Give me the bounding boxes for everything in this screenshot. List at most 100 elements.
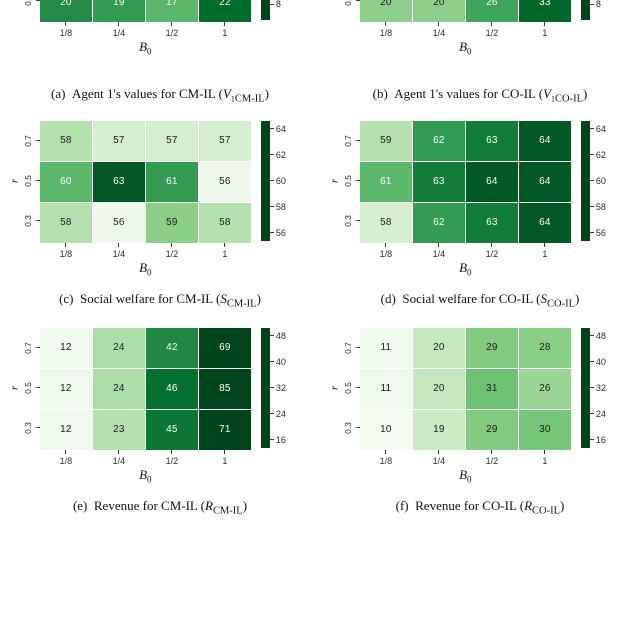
caption-b-prefix: (b) [372, 86, 388, 101]
y-tick-0: 0.7 [342, 328, 360, 368]
x-tick-mark [171, 242, 173, 247]
heatmap-cell: 29 [465, 409, 518, 450]
colorbar-ticks: 8 [269, 0, 296, 20]
y-tick-label: 0.7 [22, 341, 33, 354]
caption-a-prefix: (a) [51, 86, 66, 101]
caption-e-text: Revenue for CM-IL [93, 498, 198, 514]
colorbar-tick-mark [269, 387, 274, 389]
heatmap-cell: 63 [465, 202, 518, 243]
caption-a: (a) Agent 1's values for CM-IL (V1CM-IL) [51, 86, 269, 105]
colorbar-tick-0: 8 [589, 0, 601, 9]
heatmap-grid: 12 24 42 69 12 24 46 85 12 23 45 71 [39, 327, 251, 450]
colorbar-tick-mark [269, 180, 274, 182]
colorbar-tick-2: 60 [269, 176, 286, 186]
x-tick-1: 1/4 [93, 449, 145, 466]
x-tick-1: 1/4 [413, 449, 465, 466]
heatmap-cell: 42 [145, 327, 198, 368]
colorbar: 48 40 32 24 16 [260, 327, 296, 448]
x-axis-label-sub: 0 [147, 474, 152, 485]
panel-b: r0.70.50.32020263320202633202026331/81/4… [320, 0, 640, 57]
x-tick-label: 1/2 [165, 455, 179, 466]
x-tick-0: 1/8 [360, 22, 412, 38]
heatmap-cell: 57 [92, 120, 145, 161]
caption-c: (c) Social welfare for CM-IL (SCM-IL) [59, 291, 261, 310]
colorbar-tick-mark [589, 180, 594, 182]
x-tick-label: 1/4 [432, 455, 446, 466]
y-axis-label-wrap: r [8, 0, 21, 20]
x-tick-0: 1/8 [40, 242, 92, 259]
heatmap-cell: 19 [412, 409, 465, 450]
x-axis-ticks: 1/8 1/4 1/2 1 [40, 242, 251, 259]
x-axis-label: B0 [360, 467, 571, 485]
caption-b: (b) Agent 1's values for CO-IL (V1CO-IL) [372, 86, 588, 105]
y-axis-ticks: 0.70.50.3 [342, 0, 360, 20]
colorbar-tick-2: 32 [589, 383, 606, 393]
heatmap-cell: 71 [198, 409, 251, 450]
caption-c-text: Social welfare for CM-IL [80, 291, 213, 307]
heatmap-cell: 57 [198, 120, 251, 161]
heatmap-cell: 29 [465, 327, 518, 368]
y-axis-label-wrap: r [328, 0, 341, 20]
y-axis-label-wrap: r [8, 328, 21, 448]
heatmap-cell: 56 [92, 202, 145, 243]
x-tick-mark [491, 242, 493, 247]
heatmap-cell: 64 [465, 161, 518, 202]
caption-e-sub2: CM-IL [212, 505, 243, 517]
heatmap-cell: 58 [39, 120, 92, 161]
y-axis-ticks: 0.70.50.3 [22, 328, 40, 448]
x-tick-mark [65, 449, 67, 454]
panel-e: r 0.7 0.5 0.3 12 24 42 69 12 24 46 85 12 23 45 71 1/8 1/4… [0, 327, 320, 485]
y-axis-label-wrap: r [8, 121, 21, 241]
x-tick-2: 1/2 [466, 449, 518, 466]
x-axis-ticks: 1/8 1/4 1/2 1 [360, 242, 571, 259]
panel-d: r 0.7 0.5 0.3 59 62 63 64 61 63 64 64 58 62 63 64 1/8 1/4… [320, 120, 640, 278]
colorbar-tick-label: 62 [595, 149, 606, 160]
colorbar-tick-label: 32 [275, 382, 286, 393]
plot-c: r 0.7 0.5 0.3 58 57 57 57 60 63 61 56 58 56 59 58 1/8 1/4… [0, 120, 320, 278]
x-tick-mark [224, 22, 226, 26]
colorbar-tick-mark [589, 128, 594, 130]
colorbar-tick-mark [269, 128, 274, 130]
y-tick-1: 0.5 [342, 161, 360, 201]
colorbar-tick-label: 8 [275, 0, 281, 9]
x-axis-label: B0 [40, 260, 251, 278]
heatmap-cell: 58 [359, 202, 412, 243]
x-axis-label-main: B [459, 259, 468, 275]
heatmap-grid: 201917222019172220191722 [39, 0, 251, 22]
x-tick-2: 1/2 [146, 449, 198, 466]
heatmap-cell: 17 [145, 0, 198, 22]
caption-row-2: (c) Social welfare for CM-IL (SCM-IL) (d… [0, 277, 640, 310]
y-tick-1: 0.5 [22, 161, 40, 201]
caption-f: (f) Revenue for CO-IL (RCO-IL) [395, 498, 565, 517]
heatmap-cell: 30 [518, 409, 571, 450]
x-axis-label: B0 [360, 260, 571, 278]
heatmap-cell: 12 [39, 327, 92, 368]
colorbar-tick-2: 32 [269, 382, 286, 393]
y-axis-label-wrap: r [328, 328, 341, 448]
x-tick-mark [438, 449, 440, 454]
x-tick-3: 1 [519, 242, 571, 259]
heatmap-cell: 63 [92, 161, 145, 202]
x-tick-1: 1/4 [93, 242, 145, 259]
plot-area: 12 24 42 69 12 24 46 85 12 23 45 71 1/8 1/4 1/2 1 B0 [39, 327, 251, 485]
heatmap-cell: 69 [198, 327, 251, 368]
x-tick-label: 1/2 [165, 248, 179, 259]
x-axis-label-sub: 0 [467, 474, 472, 485]
x-tick-label: 1 [222, 455, 228, 466]
heatmap-cell: 63 [412, 161, 465, 202]
colorbar-tick-mark [269, 335, 274, 337]
heatmap-cell: 10 [359, 409, 412, 450]
heatmap-cell: 59 [359, 120, 412, 161]
x-tick-2: 1/2 [466, 22, 518, 38]
x-tick-mark [171, 22, 173, 26]
y-tick-1: 0.5 [22, 368, 40, 408]
heatmap-cell: 20 [359, 0, 412, 22]
colorbar-tick-label: 40 [275, 356, 286, 367]
colorbar: 8 [260, 0, 296, 20]
x-tick-3: 1 [519, 22, 571, 38]
x-axis-ticks: 1/8 1/4 1/2 1 [360, 22, 571, 38]
x-tick-mark [118, 22, 120, 26]
heatmap-cell: 28 [518, 327, 571, 368]
y-tick-label: 0.7 [22, 134, 33, 147]
colorbar-tick-4: 56 [589, 228, 606, 238]
